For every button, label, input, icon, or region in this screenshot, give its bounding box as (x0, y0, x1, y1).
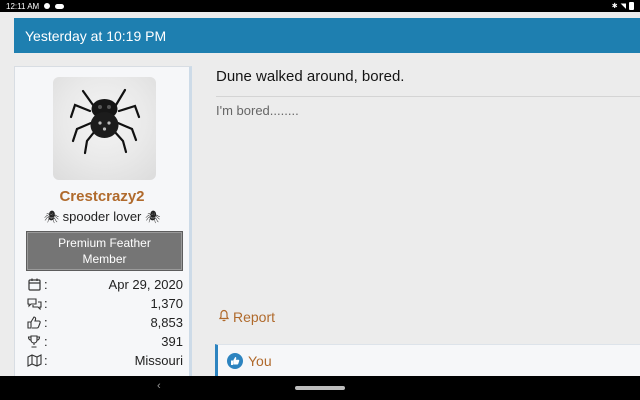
username[interactable]: Crestcrazy2 (15, 188, 189, 205)
navigation-bar: ‹ (0, 376, 640, 400)
post-timestamp[interactable]: Yesterday at 10:19 PM (25, 28, 166, 44)
report-button[interactable]: Report (218, 309, 275, 325)
user-title: 🕷 spooder lover 🕷 (15, 209, 189, 224)
post-header: Yesterday at 10:19 PM (14, 18, 640, 53)
calendar-icon (26, 278, 42, 292)
spider-icon: 🕷 (145, 210, 161, 224)
report-label: Report (233, 309, 276, 325)
home-handle[interactable] (295, 386, 345, 390)
stat-value: 1,370 (150, 296, 183, 311)
user-panel: Crestcrazy2 🕷 spooder lover 🕷 Premium Fe… (14, 66, 192, 386)
divider (216, 96, 640, 97)
stat-messages: : 1,370 (26, 294, 183, 313)
stat-joined: : Apr 29, 2020 (26, 275, 183, 294)
user-stats: : Apr 29, 2020 : 1,370 : 8,853 : 391: M… (26, 275, 183, 370)
spider-photo-icon (69, 88, 141, 155)
messages-icon (26, 297, 42, 311)
back-icon[interactable]: ‹ (157, 380, 161, 392)
stat-value[interactable]: Missouri (135, 353, 183, 368)
stat-location: : Missouri (26, 351, 183, 370)
status-bar: 12:11 AM ✱ ◥ (0, 0, 640, 12)
stat-value: 8,853 (150, 315, 183, 330)
stat-reactions: : 8,853 (26, 313, 183, 332)
reactions-link[interactable]: You (248, 353, 272, 369)
wifi-icon: ◥ (620, 3, 626, 10)
notification-icon (44, 3, 51, 9)
avatar[interactable] (53, 77, 156, 180)
post-body: I'm bored........ (216, 103, 299, 118)
post-title: Dune walked around, bored. (216, 68, 405, 85)
reactions-bar: You (215, 344, 640, 376)
like-icon (227, 352, 243, 369)
bell-icon (218, 309, 230, 325)
cloud-icon (55, 3, 65, 9)
status-time: 12:11 AM (6, 1, 40, 11)
spider-icon: 🕷 (43, 210, 59, 224)
trophy-icon (26, 335, 42, 349)
map-icon (26, 354, 42, 368)
thumbs-up-icon (26, 316, 42, 330)
battery-icon (629, 2, 634, 10)
bluetooth-icon: ✱ (611, 3, 618, 10)
user-title-text: spooder lover (62, 209, 142, 224)
stat-value: 391 (161, 334, 183, 349)
stat-value: Apr 29, 2020 (108, 277, 183, 292)
stat-points: : 391 (26, 332, 183, 351)
user-banner: Premium Feather Member (26, 231, 183, 271)
